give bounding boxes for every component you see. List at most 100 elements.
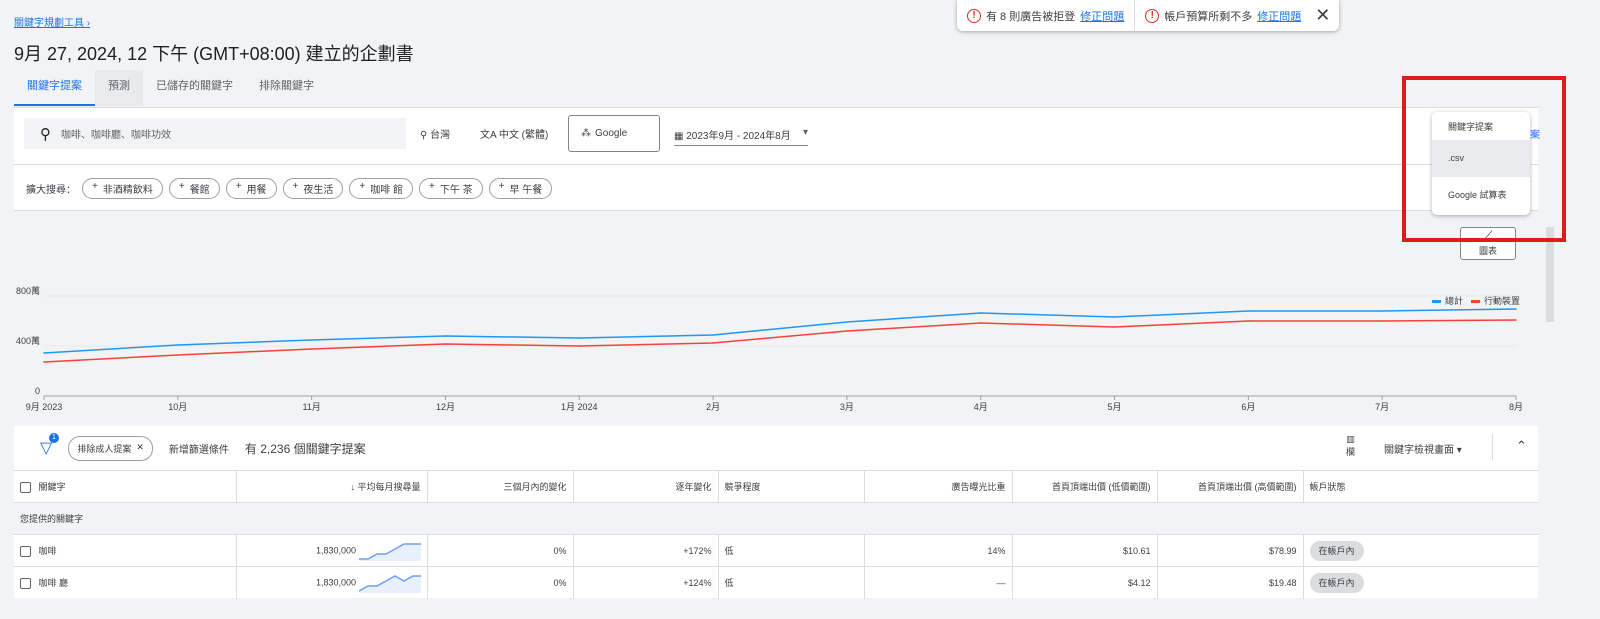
col-avg-monthly-searches[interactable]: ↓ 平均每月搜尋量: [236, 470, 428, 503]
date-range-selector[interactable]: ▦ 2023年9月 - 2024年8月 ▾: [674, 127, 808, 146]
col-account-status[interactable]: 帳戶狀態: [1303, 470, 1538, 503]
network-value: Google: [595, 128, 628, 139]
expand-chip[interactable]: + 非酒精飲料: [82, 178, 163, 199]
x-tick-label: 3月: [840, 402, 854, 412]
expand-chip[interactable]: + 餐館: [168, 178, 220, 199]
dropdown-arrow-icon: ▾: [802, 127, 808, 138]
y-tick-label: 0: [35, 386, 40, 396]
columns-button[interactable]: ▥ 欄: [1346, 434, 1355, 458]
plus-icon: +: [359, 181, 366, 192]
search-input[interactable]: ⚲ 咖啡、咖啡廳、咖啡功效: [24, 118, 406, 149]
table-row: 咖啡 廳 1,830,000 0% +124% 低 — $4.12 $19.48…: [14, 566, 1538, 599]
data-point: [979, 322, 982, 324]
data-point: [846, 321, 848, 323]
data-point: [1113, 316, 1116, 318]
plus-icon: +: [235, 181, 242, 192]
tab-negative-keywords[interactable]: 排除關鍵字: [246, 70, 327, 106]
remove-filter-icon[interactable]: ✕: [136, 442, 144, 455]
status-badge: 在帳戶內: [1309, 573, 1364, 594]
row-checkbox[interactable]: [20, 546, 31, 558]
col-impression-share[interactable]: 廣告曝光比重: [864, 470, 1013, 503]
x-tick-label: 2月: [706, 402, 720, 412]
location-value: 台灣: [430, 130, 451, 141]
chip-label: 早 午餐: [509, 185, 543, 196]
location-selector[interactable]: ⚲ 台灣: [420, 126, 450, 141]
data-point: [1515, 308, 1517, 310]
expand-chip[interactable]: + 早 午餐: [488, 178, 553, 199]
col-three-month-change[interactable]: 三個月內的變化: [427, 470, 574, 503]
expand-chip[interactable]: + 咖啡 館: [349, 178, 413, 199]
notification-text: 有 8 則廣告被拒登: [986, 10, 1076, 23]
expand-chip[interactable]: + 下午 茶: [419, 178, 483, 199]
filter-count-badge: 1: [49, 433, 59, 443]
competition-cell: 低: [718, 534, 865, 567]
competition-cell: 低: [718, 566, 865, 599]
table-row: 咖啡 1,830,000 0% +172% 低 14% $10.61 $78.9…: [14, 534, 1538, 567]
col-competition[interactable]: 競爭程度: [718, 470, 865, 503]
group-label: 您提供的關鍵字: [14, 502, 1538, 535]
translate-icon: 文A: [480, 130, 497, 141]
col-bid-low[interactable]: 首頁頂端出價 (低價範圍): [1012, 470, 1158, 503]
data-point: [1381, 320, 1383, 322]
chip-label: 咖啡 館: [370, 185, 403, 196]
x-tick-label: 5月: [1108, 402, 1122, 412]
data-point: [578, 345, 581, 347]
keyword-view-dropdown[interactable]: 關鍵字檢視畫面 ▾: [1384, 441, 1462, 456]
expand-chip[interactable]: + 用餐: [225, 178, 277, 199]
status-badge: 在帳戶內: [1309, 541, 1364, 561]
chip-label: 下午 茶: [439, 185, 473, 196]
data-point: [310, 339, 313, 341]
chip-label: 夜生活: [303, 185, 334, 196]
search-icon: ⚲: [40, 125, 51, 143]
collapse-chevron-icon[interactable]: ⌃: [1516, 438, 1527, 454]
close-icon[interactable]: ✕: [1315, 5, 1330, 26]
x-tick-label: 11月: [302, 402, 320, 412]
filter-icon[interactable]: ▽ 1: [40, 433, 59, 458]
language-selector[interactable]: 文A 中文 (繁體): [480, 126, 548, 141]
chart-button-label: 圖表: [1478, 246, 1497, 256]
plus-icon: +: [429, 181, 435, 192]
yoy-cell: +124%: [573, 566, 719, 599]
x-tick-label: 6月: [1241, 402, 1255, 412]
expand-chip[interactable]: + 夜生活: [282, 178, 344, 199]
data-point: [1515, 319, 1517, 321]
columns-icon: ▥: [1346, 434, 1355, 444]
table-toolbar: ▽ 1 排除成人提案 ✕ 新增篩選條件 有 2,236 個關鍵字提案 ▥ 欄 關鍵字檢…: [14, 426, 1538, 470]
breadcrumb-text[interactable]: 關鍵字規劃工具: [14, 18, 84, 29]
tab-saved-keywords[interactable]: 已儲存的關鍵字: [143, 70, 246, 106]
select-all-checkbox[interactable]: [20, 482, 31, 494]
filter-chip-exclude-adult[interactable]: 排除成人提案 ✕: [68, 435, 153, 461]
fix-issue-link[interactable]: 修正問題: [1257, 8, 1301, 24]
date-range-value: 2023年9月 - 2024年8月: [686, 131, 791, 142]
fix-issue-link[interactable]: 修正問題: [1080, 8, 1124, 24]
notification-budget-low: ! 帳戶預算所剩不多 修正問題: [1135, 0, 1311, 31]
page-title: 9月 27, 2024, 12 下午 (GMT+08:00) 建立的企劃書: [14, 44, 414, 64]
add-filter-button[interactable]: 新增篩選條件: [169, 441, 229, 456]
x-tick-label: 12月: [436, 402, 455, 412]
row-checkbox[interactable]: [20, 578, 31, 590]
chip-label: 餐館: [189, 185, 210, 196]
tab-keyword-ideas[interactable]: 關鍵字提案: [14, 70, 95, 106]
data-point: [444, 343, 447, 345]
alert-icon: !: [967, 8, 981, 23]
breadcrumb-link[interactable]: 關鍵字規劃工具 ›: [14, 14, 90, 29]
col-yoy-change[interactable]: 逐年變化: [573, 470, 719, 503]
search-panel: ⚲ 咖啡、咖啡廳、咖啡功效 ⚲ 台灣 文A 中文 (繁體) ⁂ Google ▦ 2…: [14, 107, 1540, 211]
data-point: [712, 334, 714, 336]
network-selector[interactable]: ⁂ Google: [568, 115, 660, 152]
search-volume-chart: 0 400萬 800萬 9月 2023 10月 11月 12月 1月 2024 2月 3月 4月 5月…: [16, 285, 1523, 412]
x-tick-label: 1月 2024: [561, 402, 598, 412]
trend-sparkline: [358, 542, 422, 561]
col-bid-high[interactable]: 首頁頂端出價 (高價範圍): [1157, 470, 1304, 503]
impression-share-cell: —: [864, 566, 1013, 599]
keyword-cell: 咖啡 廳: [38, 578, 69, 589]
expand-search: 擴大搜尋： + 非酒精飲料 + 餐館 + 用餐 + 夜生活 + 咖啡 館 + 下午 茶 + 早 午餐: [26, 178, 553, 199]
x-tick-label: 10月: [168, 402, 187, 412]
tab-forecast[interactable]: 預測: [95, 70, 143, 106]
highlight-box: [1402, 76, 1566, 242]
x-tick-label: 9月 2023: [26, 402, 63, 412]
language-value: 中文 (繁體): [498, 130, 549, 141]
expand-label: 擴大搜尋：: [26, 185, 76, 196]
col-keyword[interactable]: 關鍵字: [39, 482, 66, 492]
x-tick-label: 8月: [1509, 402, 1523, 412]
